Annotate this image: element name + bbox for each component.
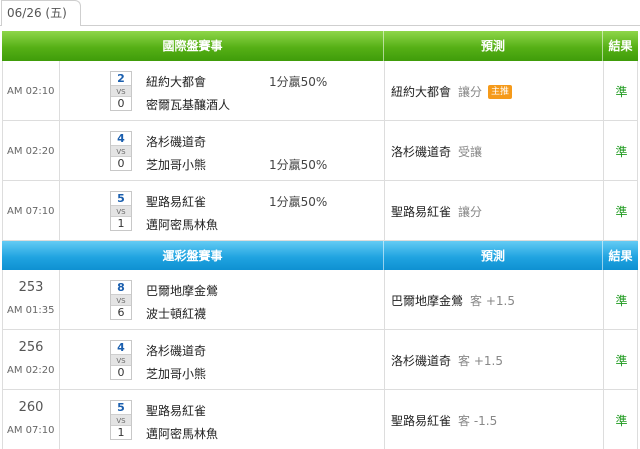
- team1-name[interactable]: 洛杉磯道奇: [146, 133, 206, 150]
- result-correct: 準: [615, 145, 628, 159]
- game-time: AM 02:20: [7, 146, 55, 157]
- prediction-header: 預測: [384, 241, 603, 271]
- team2-name[interactable]: 波士頓紅襪: [146, 305, 206, 322]
- odds-label: 1分贏50%: [269, 195, 328, 209]
- table-row: AM 02:20 4 VS 0 洛杉磯道奇 芝加哥小熊 1分贏50% 洛杉磯道奇…: [2, 121, 638, 181]
- game-number: 253: [18, 280, 44, 295]
- vs-label: VS: [111, 414, 131, 426]
- vs-label: VS: [111, 205, 131, 217]
- prediction: 洛杉磯道奇客 +1.5: [391, 352, 503, 369]
- match-header: 運彩盤賽事: [2, 241, 384, 271]
- table-row: AM 07:10 5 VS 1 聖路易紅雀 邁阿密馬林魚 1分贏50% 聖路易紅…: [2, 181, 638, 241]
- game-number: 260: [18, 400, 44, 415]
- vs-label: VS: [111, 85, 131, 97]
- game-time: AM 07:10: [7, 206, 55, 217]
- result-correct: 準: [615, 85, 628, 99]
- team1-name[interactable]: 巴爾地摩金鶯: [146, 282, 218, 299]
- away-score: 1: [117, 426, 125, 439]
- team2-name[interactable]: 密爾瓦基釀酒人: [146, 96, 230, 113]
- prediction-type: 受讓: [458, 145, 483, 159]
- featured-pick-badge: 主推: [488, 85, 513, 99]
- score-box: 4 VS 0: [110, 340, 132, 380]
- prediction: 聖路易紅雀客 -1.5: [391, 412, 497, 429]
- prediction-team: 巴爾地摩金鶯: [391, 294, 464, 308]
- game-number: 256: [18, 340, 44, 355]
- away-score: 1: [117, 217, 125, 230]
- result-correct: 準: [615, 354, 628, 368]
- prediction-team: 聖路易紅雀: [391, 414, 452, 428]
- prediction: 聖路易紅雀 讓分: [391, 203, 482, 220]
- team2-name[interactable]: 芝加哥小熊: [146, 156, 206, 173]
- team1-name[interactable]: 聖路易紅雀: [146, 402, 206, 419]
- game-time: AM 02:20: [7, 365, 55, 376]
- odds-label: 1分贏50%: [269, 75, 328, 89]
- prediction-team: 聖路易紅雀: [391, 205, 452, 219]
- prediction-team: 洛杉磯道奇: [391, 354, 452, 368]
- team1-name[interactable]: 紐約大都會: [146, 73, 206, 90]
- away-score: 0: [117, 366, 125, 379]
- prediction-type: 客 -1.5: [458, 414, 498, 428]
- vs-label: VS: [111, 294, 131, 306]
- vs-label: VS: [111, 354, 131, 366]
- home-score: 5: [117, 401, 125, 414]
- team2-name[interactable]: 邁阿密馬林魚: [146, 216, 218, 233]
- result-correct: 準: [615, 205, 628, 219]
- game-time: AM 07:10: [7, 425, 55, 436]
- score-box: 8 VS 6: [110, 280, 132, 320]
- table-row: 256 AM 02:20 4 VS 0 洛杉磯道奇 芝加哥小熊 洛杉磯道奇客 +…: [2, 330, 638, 390]
- away-score: 6: [117, 306, 125, 319]
- prediction-type: 客 +1.5: [458, 354, 503, 368]
- result-correct: 準: [615, 294, 628, 308]
- home-score: 5: [117, 192, 125, 205]
- team1-name[interactable]: 洛杉磯道奇: [146, 342, 206, 359]
- sports-lottery-header: 運彩盤賽事 預測 結果: [2, 241, 638, 271]
- prediction: 洛杉磯道奇 受讓: [391, 143, 482, 160]
- home-score: 2: [117, 72, 125, 85]
- team2-name[interactable]: 邁阿密馬林魚: [146, 425, 218, 442]
- prediction-header: 預測: [384, 31, 603, 61]
- table-row: 260 AM 07:10 5 VS 1 聖路易紅雀 邁阿密馬林魚 聖路易紅雀客 …: [2, 390, 638, 449]
- score-box: 4 VS 0: [110, 131, 132, 171]
- prediction-type: 客 +1.5: [470, 294, 515, 308]
- home-score: 4: [117, 341, 125, 354]
- prediction: 巴爾地摩金鶯客 +1.5: [391, 292, 515, 309]
- vs-label: VS: [111, 145, 131, 157]
- home-score: 4: [117, 132, 125, 145]
- result-correct: 準: [615, 414, 628, 428]
- date-tab-bar: 06/26 (五): [0, 0, 640, 26]
- international-header: 國際盤賽事 預測 結果: [2, 31, 638, 61]
- game-time: AM 01:35: [7, 305, 55, 316]
- result-header: 結果: [608, 39, 633, 53]
- table-row: 253 AM 01:35 8 VS 6 巴爾地摩金鶯 波士頓紅襪 巴爾地摩金鶯客…: [2, 270, 638, 330]
- result-header: 結果: [608, 249, 633, 263]
- home-score: 8: [117, 281, 125, 294]
- date-tab[interactable]: 06/26 (五): [1, 0, 81, 26]
- team2-name[interactable]: 芝加哥小熊: [146, 365, 206, 382]
- score-box: 5 VS 1: [110, 191, 132, 231]
- game-time: AM 02:10: [7, 86, 55, 97]
- prediction-team: 洛杉磯道奇: [391, 145, 452, 159]
- score-box: 5 VS 1: [110, 400, 132, 440]
- prediction-team: 紐約大都會: [391, 85, 452, 99]
- odds-label: 1分贏50%: [269, 158, 328, 172]
- table-row: AM 02:10 2 VS 0 紐約大都會 密爾瓦基釀酒人 1分贏50% 紐約大…: [2, 61, 638, 121]
- prediction: 紐約大都會 讓分 主推: [391, 83, 513, 100]
- score-box: 2 VS 0: [110, 71, 132, 111]
- match-header: 國際盤賽事: [2, 31, 384, 61]
- prediction-type: 讓分: [458, 205, 483, 219]
- away-score: 0: [117, 97, 125, 110]
- away-score: 0: [117, 157, 125, 170]
- prediction-type: 讓分: [458, 85, 483, 99]
- team1-name[interactable]: 聖路易紅雀: [146, 193, 206, 210]
